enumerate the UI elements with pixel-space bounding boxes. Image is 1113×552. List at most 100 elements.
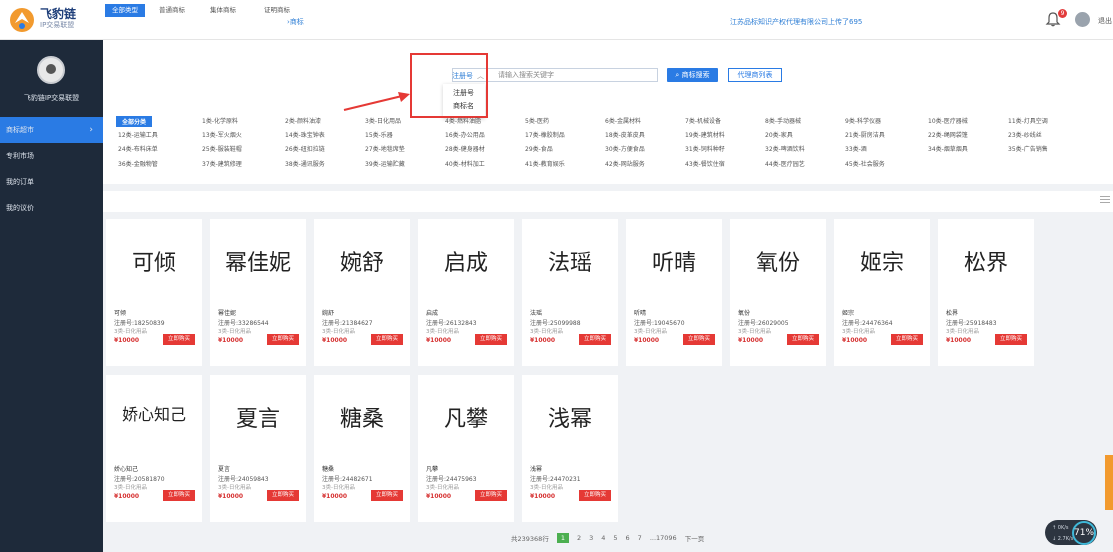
category-item[interactable]: 16类-办公用品 [445, 130, 485, 139]
category-item[interactable]: 17类-橡胶制品 [525, 130, 565, 139]
trademark-card[interactable]: 婉舒 婉舒 注册号:21384627 3类-日化用品 ¥10000 立即购买 [314, 219, 410, 366]
tab-collective[interactable]: 集体商标 [203, 4, 243, 17]
page-button-last[interactable]: ...17096 [650, 534, 677, 542]
trademark-card[interactable]: 娇心知己 娇心知己 注册号:20581870 3类-日化用品 ¥10000 立即购买 [106, 375, 202, 522]
page-button[interactable]: 7 [638, 534, 642, 542]
category-item[interactable]: 13类-军火烟火 [202, 130, 242, 139]
category-item[interactable]: 23类-纱线丝 [1008, 130, 1042, 139]
category-item[interactable]: 19类-建筑材料 [685, 130, 725, 139]
category-item[interactable]: 15类-乐器 [365, 130, 393, 139]
page-button[interactable]: 5 [613, 534, 617, 542]
category-item[interactable]: 20类-家具 [765, 130, 793, 139]
menu-icon[interactable] [1100, 196, 1110, 205]
page-button[interactable]: 1 [556, 533, 569, 543]
category-item[interactable]: 3类-日化用品 [365, 116, 401, 125]
category-all[interactable]: 全部分类 [116, 116, 153, 127]
trademark-card[interactable]: 浅幂 浅幂 注册号:24470231 3类-日化用品 ¥10000 立即购买 [522, 375, 618, 522]
category-item[interactable]: 24类-布料床单 [118, 144, 158, 153]
page-button[interactable]: 4 [601, 534, 605, 542]
tab-ordinary[interactable]: 普通商标 [152, 4, 192, 17]
sidebar-item-trademark-market[interactable]: 商标超市 › [0, 117, 103, 143]
category-item[interactable]: 9类-科学仪器 [845, 116, 881, 125]
buy-now-button[interactable]: 立即购买 [995, 334, 1027, 345]
buy-now-button[interactable]: 立即购买 [163, 490, 195, 501]
category-item[interactable]: 22类-绳网袋篷 [928, 130, 968, 139]
category-item[interactable]: 30类-方便食品 [605, 144, 645, 153]
agent-list-button[interactable]: 代理商列表 [728, 68, 782, 82]
category-item[interactable]: 32类-啤酒饮料 [765, 144, 805, 153]
category-item[interactable]: 39类-运输贮藏 [365, 159, 405, 168]
category-item[interactable]: 7类-机械设备 [685, 116, 721, 125]
buy-now-button[interactable]: 立即购买 [371, 334, 403, 345]
trademark-card[interactable]: 启成 启成 注册号:26132843 3类-日化用品 ¥10000 立即购买 [418, 219, 514, 366]
category-item[interactable]: 33类-酒 [845, 144, 867, 153]
category-item[interactable]: 34类-烟草烟具 [928, 144, 968, 153]
buy-now-button[interactable]: 立即购买 [579, 334, 611, 345]
buy-now-button[interactable]: 立即购买 [683, 334, 715, 345]
category-item[interactable]: 42类-网站服务 [605, 159, 645, 168]
tab-all-types[interactable]: 全部类型 [105, 4, 145, 17]
news-ticker[interactable]: 江苏品标知识产权代理有限公司上传了695 [730, 17, 862, 27]
next-page-button[interactable]: 下一页 [685, 533, 705, 543]
buy-now-button[interactable]: 立即购买 [891, 334, 923, 345]
category-item[interactable]: 2类-颜料油漆 [285, 116, 321, 125]
logo[interactable]: 飞豹链 IP交易联盟 [8, 6, 76, 34]
category-item[interactable]: 25类-服装鞋帽 [202, 144, 242, 153]
trademark-card[interactable]: 幂佳妮 幂佳妮 注册号:33286544 3类-日化用品 ¥10000 立即购买 [210, 219, 306, 366]
category-item[interactable]: 6类-金属材料 [605, 116, 641, 125]
logout-link[interactable]: 退出 [1098, 16, 1112, 26]
category-item[interactable]: 5类-医药 [525, 116, 549, 125]
category-item[interactable]: 35类-广告销售 [1008, 144, 1048, 153]
category-item[interactable]: 41类-教育娱乐 [525, 159, 565, 168]
buy-now-button[interactable]: 立即购买 [267, 490, 299, 501]
category-item[interactable]: 8类-手动器械 [765, 116, 801, 125]
buy-now-button[interactable]: 立即购买 [267, 334, 299, 345]
page-button[interactable]: 6 [626, 534, 630, 542]
trademark-search-button[interactable]: ⌕ 商标搜索 [667, 68, 718, 82]
search-input[interactable] [498, 68, 658, 82]
category-item[interactable]: 12类-运输工具 [118, 130, 158, 139]
category-item[interactable]: 18类-皮革皮具 [605, 130, 645, 139]
buy-now-button[interactable]: 立即购买 [163, 334, 195, 345]
category-item[interactable]: 43类-餐饮住宿 [685, 159, 725, 168]
buy-now-button[interactable]: 立即购买 [579, 490, 611, 501]
buy-now-button[interactable]: 立即购买 [475, 334, 507, 345]
trademark-card[interactable]: 凡攀 凡攀 注册号:24475963 3类-日化用品 ¥10000 立即购买 [418, 375, 514, 522]
category-item[interactable]: 40类-材料加工 [445, 159, 485, 168]
trademark-card[interactable]: 听晴 听晴 注册号:19045670 3类-日化用品 ¥10000 立即购买 [626, 219, 722, 366]
category-item[interactable]: 44类-医疗园艺 [765, 159, 805, 168]
trademark-card[interactable]: 姬宗 姬宗 注册号:24476364 3类-日化用品 ¥10000 立即购买 [834, 219, 930, 366]
buy-now-button[interactable]: 立即购买 [475, 490, 507, 501]
category-item[interactable]: 37类-建筑修理 [202, 159, 242, 168]
tab-certification[interactable]: 证明商标 [257, 4, 297, 17]
trademark-card[interactable]: 法瑶 法瑶 注册号:25099988 3类-日化用品 ¥10000 立即购买 [522, 219, 618, 366]
page-button[interactable]: 2 [577, 534, 581, 542]
category-item[interactable]: 26类-纽扣拉链 [285, 144, 325, 153]
category-item[interactable]: 27类-地毯席垫 [365, 144, 405, 153]
category-item[interactable]: 38类-通讯服务 [285, 159, 325, 168]
category-item[interactable]: 10类-医疗器械 [928, 116, 968, 125]
trademark-card[interactable]: 糖桑 糖桑 注册号:24482671 3类-日化用品 ¥10000 立即购买 [314, 375, 410, 522]
buy-now-button[interactable]: 立即购买 [787, 334, 819, 345]
category-item[interactable]: 1类-化学原料 [202, 116, 238, 125]
category-item[interactable]: 4类-燃料油脂 [445, 116, 481, 125]
side-float-tab[interactable] [1105, 455, 1113, 510]
page-button[interactable]: 3 [589, 534, 593, 542]
category-item[interactable]: 29类-食品 [525, 144, 553, 153]
top-nav-trademark-link[interactable]: ›商标 [287, 17, 304, 27]
category-item[interactable]: 31类-饲料种籽 [685, 144, 725, 153]
category-item[interactable]: 28类-健身器材 [445, 144, 485, 153]
category-item[interactable]: 11类-灯具空调 [1008, 116, 1048, 125]
user-avatar[interactable] [1075, 12, 1090, 27]
trademark-card[interactable]: 松界 松界 注册号:25918483 3类-日化用品 ¥10000 立即购买 [938, 219, 1034, 366]
category-item[interactable]: 14类-珠宝钟表 [285, 130, 325, 139]
trademark-card[interactable]: 氧份 氧份 注册号:26029005 3类-日化用品 ¥10000 立即购买 [730, 219, 826, 366]
trademark-card[interactable]: 可倾 可倾 注册号:18250839 3类-日化用品 ¥10000 立即购买 [106, 219, 202, 366]
sidebar-item-my-bargains[interactable]: 我的议价 [0, 195, 103, 221]
category-item[interactable]: 21类-厨房洁具 [845, 130, 885, 139]
buy-now-button[interactable]: 立即购买 [371, 490, 403, 501]
category-item[interactable]: 36类-金融物管 [118, 159, 158, 168]
sidebar-item-patent-market[interactable]: 专利市场 [0, 143, 103, 169]
category-item[interactable]: 45类-社会服务 [845, 159, 885, 168]
trademark-card[interactable]: 夏言 夏言 注册号:24059843 3类-日化用品 ¥10000 立即购买 [210, 375, 306, 522]
